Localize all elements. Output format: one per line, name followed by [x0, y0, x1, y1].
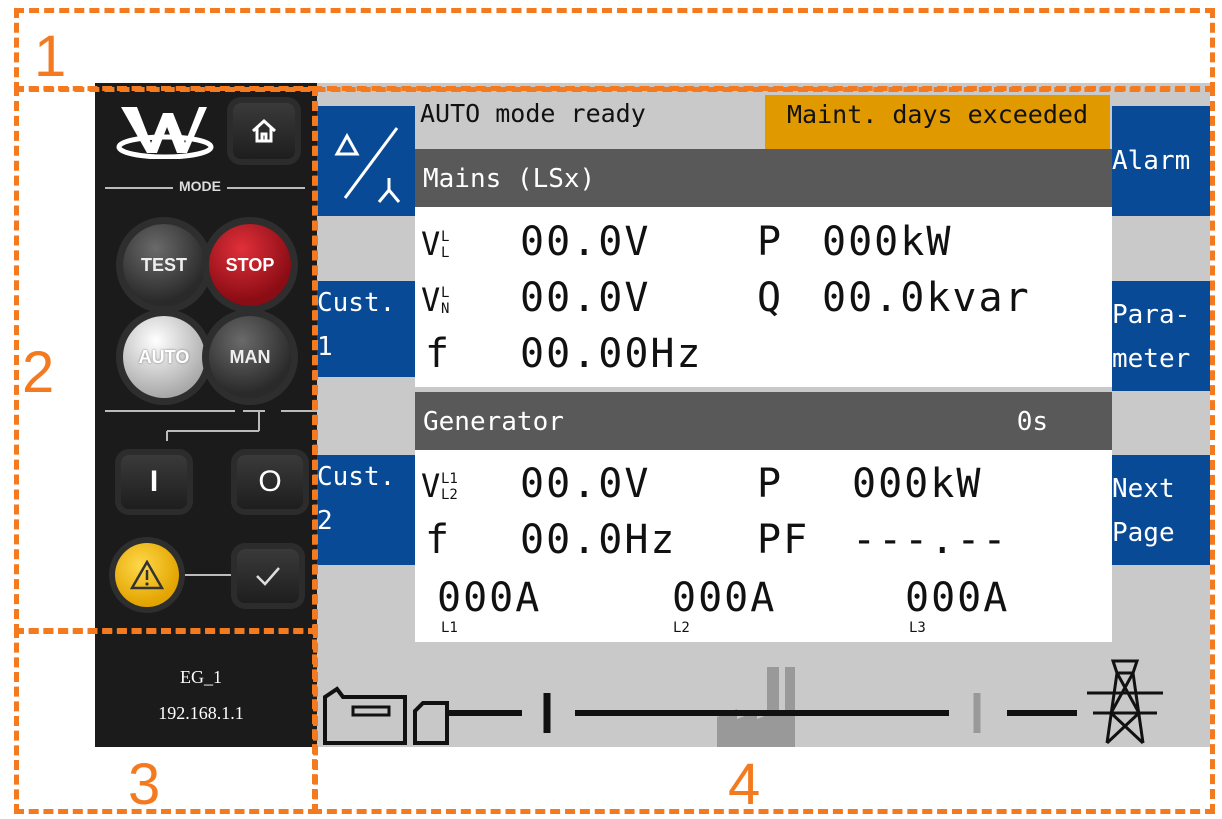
- region-label-3: 3: [128, 752, 161, 817]
- region-label-1: 1: [34, 24, 67, 89]
- region-1: [14, 8, 1215, 92]
- region-4: [312, 86, 1215, 814]
- region-label-4: 4: [728, 752, 761, 817]
- region-2: [14, 86, 318, 634]
- region-3: [14, 628, 318, 814]
- region-label-2: 2: [22, 340, 55, 405]
